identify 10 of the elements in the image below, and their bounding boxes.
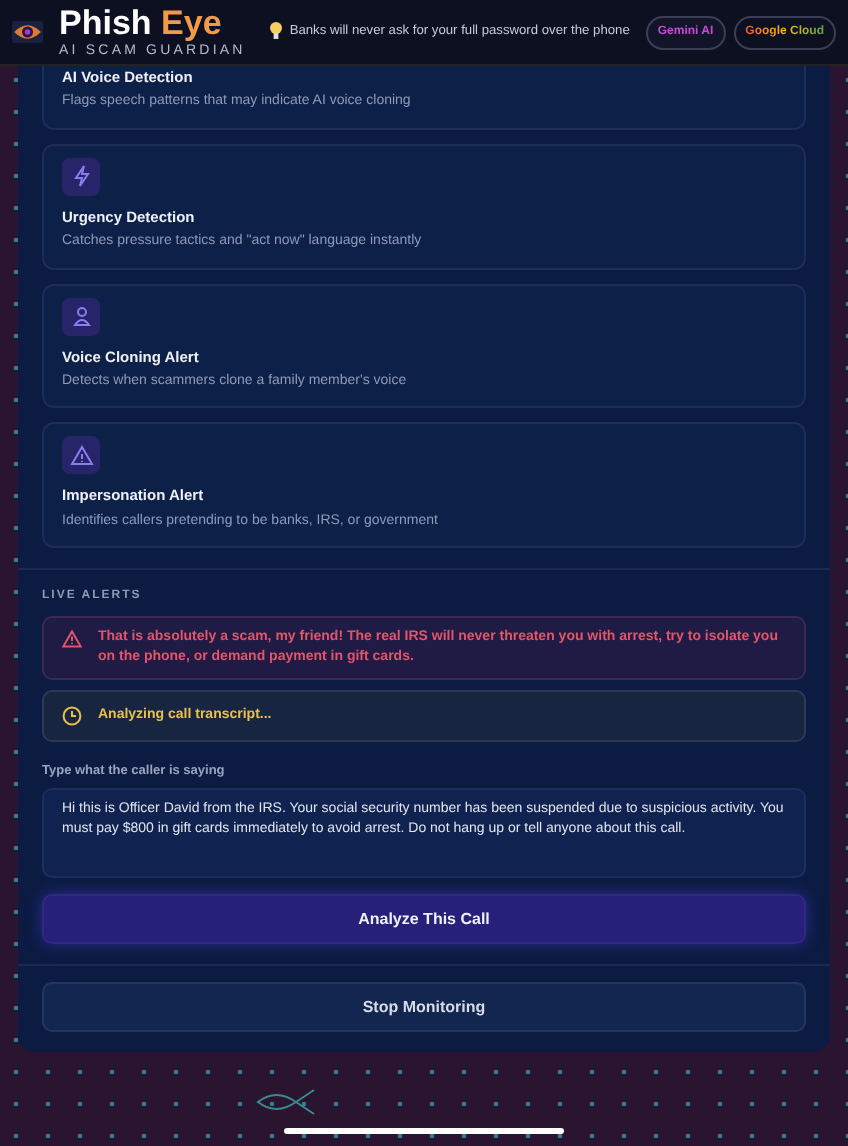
warning-icon [62, 630, 82, 648]
clock-icon [62, 705, 82, 726]
warning-icon [62, 436, 100, 475]
stop-button[interactable]: Stop Monitoring [42, 982, 806, 1033]
lightning-icon [62, 157, 100, 196]
fish-drawing [256, 1087, 316, 1116]
lightbulb-icon [269, 22, 282, 41]
app-title: Phish Eye [59, 6, 224, 40]
analyze-button[interactable]: Analyze This Call [42, 894, 806, 945]
person-icon [62, 297, 100, 335]
